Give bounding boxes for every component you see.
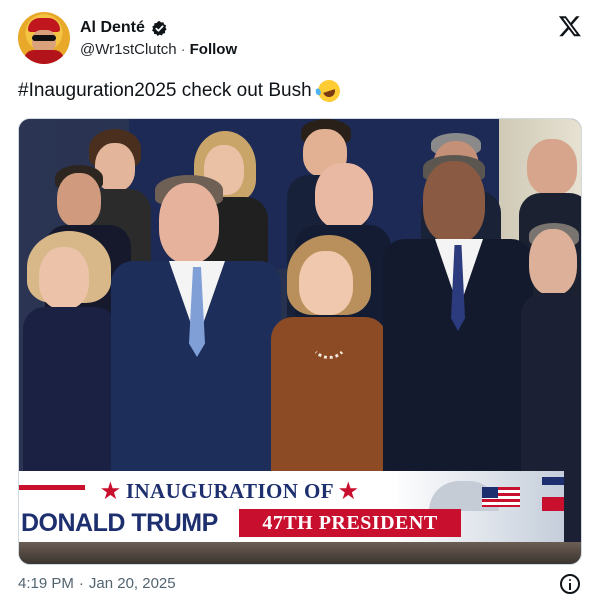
news-chyron: ★ INAUGURATION OF ★ DONALD TRUMP 47TH PR… (19, 471, 564, 545)
post-text: #Inauguration2025 check out Bush (18, 77, 343, 105)
post-timestamp[interactable]: 4:19 PM · Jan 20, 2025 (18, 575, 176, 592)
handle-row: @Wr1stClutch · Follow (80, 41, 237, 58)
avatar-glasses (32, 35, 56, 41)
post-time: 4:19 PM (18, 575, 74, 592)
separator-dot: · (78, 575, 84, 592)
post-header: Al Denté @Wr1stClutch · Follow (18, 12, 582, 64)
post-text-content: #Inauguration2025 check out Bush (18, 80, 312, 101)
laughing-emoji-icon (314, 77, 343, 105)
star-icon: ★ (101, 479, 121, 503)
display-name[interactable]: Al Denté (80, 19, 145, 37)
chyron-headline-text: INAUGURATION OF (125, 479, 334, 503)
chyron-accent-red (542, 497, 564, 511)
chyron-name: DONALD TRUMP (21, 509, 218, 537)
chyron-badge: 47TH PRESIDENT (239, 509, 461, 537)
post-media-image[interactable]: ★ INAUGURATION OF ★ DONALD TRUMP 47TH PR… (18, 118, 582, 565)
post-date: Jan 20, 2025 (88, 575, 176, 592)
handle[interactable]: @Wr1stClutch (80, 41, 177, 58)
name-row: Al Denté (80, 19, 168, 37)
follow-button[interactable]: Follow (190, 41, 238, 58)
chyron-accent-blue (542, 477, 564, 485)
foreground-crowd (19, 542, 581, 564)
avatar-shirt (24, 50, 64, 64)
x-logo-icon[interactable] (558, 14, 582, 38)
star-icon: ★ (338, 479, 359, 503)
chyron-red-bar (19, 485, 85, 490)
post-card: Al Denté @Wr1stClutch · Follow #Inaugura… (0, 0, 600, 615)
chyron-headline: ★ INAUGURATION OF ★ (101, 479, 358, 504)
avatar[interactable] (18, 12, 70, 64)
avatar-face (32, 30, 56, 52)
flag-canton (482, 487, 498, 498)
verified-badge-icon (151, 20, 167, 36)
info-icon[interactable] (560, 574, 580, 594)
separator-dot: · (180, 41, 186, 58)
